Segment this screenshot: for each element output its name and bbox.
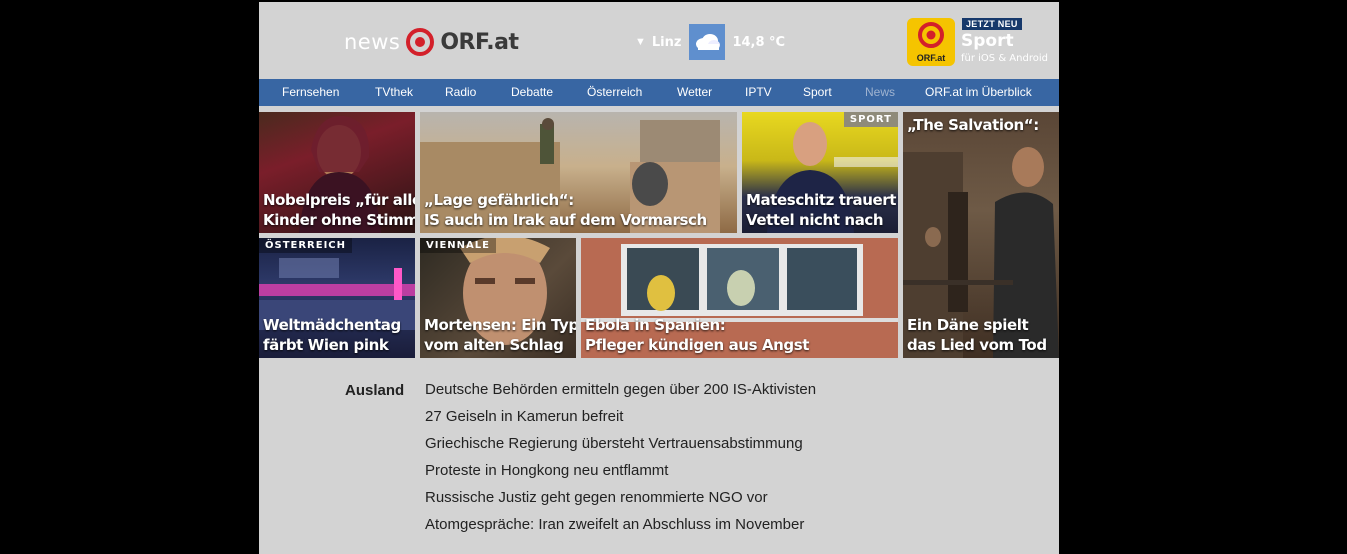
cloud-icon [689, 24, 726, 60]
nav-item-debatte[interactable]: Debatte [511, 79, 553, 106]
orf-ring-icon [406, 28, 435, 56]
logo-news-text: news [344, 30, 401, 54]
category-tag: ÖSTERREICH [259, 238, 353, 253]
headline-line: Weltmädchentag [263, 316, 401, 334]
page: news ORF.at ▼ Linz 14,8 °C ORF.at JETZT … [259, 2, 1059, 554]
story-tile-vettel[interactable]: SPORT Mateschitz trauert Vettel nicht na… [742, 112, 898, 233]
tile-headline-top: „The Salvation“: [907, 116, 1039, 134]
orf-app-icon[interactable]: ORF.at [907, 18, 955, 66]
headline-line: „Lage gefährlich“: [424, 191, 574, 209]
headline-line: Nobelpreis „für alle [263, 191, 415, 209]
orf-news-logo[interactable]: news ORF.at [344, 27, 519, 57]
main-nav: Fernsehen TVthek Radio Debatte Österreic… [259, 79, 1059, 106]
app-platform: für iOS & Android [961, 53, 1048, 64]
nav-item-sport[interactable]: Sport [803, 79, 832, 106]
headline-line: färbt Wien pink [263, 336, 389, 354]
headline-line: Ein Däne spielt [907, 316, 1029, 334]
news-link[interactable]: Russische Justiz geht gegen renommierte … [425, 489, 816, 516]
headline-line: Mortensen: Ein Typ [424, 316, 576, 334]
nav-item-oesterreich[interactable]: Österreich [587, 79, 642, 106]
tile-headline: Ebola in Spanien: Pfleger kündigen aus A… [585, 315, 809, 355]
news-link[interactable]: Atomgespräche: Iran zweifelt an Abschlus… [425, 516, 816, 543]
headline-line: Ebola in Spanien: [585, 316, 726, 334]
nav-item-overview[interactable]: ORF.at im Überblick [925, 79, 1032, 106]
category-tag: VIENNALE [420, 238, 496, 253]
news-link[interactable]: Proteste in Hongkong neu entflammt [425, 462, 816, 489]
story-tile-mortensen[interactable]: VIENNALE Mortensen: Ein Typ vom alten Sc… [420, 238, 576, 358]
logo-orf-text: ORF.at [440, 29, 519, 55]
headline-line: Kinder ohne Stimme“ [263, 211, 415, 229]
story-tile-salvation[interactable]: „The Salvation“: Ein Däne spielt das Lie… [903, 112, 1059, 358]
headline-line: IS auch im Irak auf dem Vormarsch [424, 211, 707, 229]
news-list: Deutsche Behörden ermitteln gegen über 2… [425, 381, 816, 543]
weather-city[interactable]: Linz [652, 35, 682, 50]
app-title[interactable]: Sport [961, 31, 1014, 51]
tile-headline: Mateschitz trauert Vettel nicht nach [746, 190, 896, 230]
tile-headline: Nobelpreis „für alle Kinder ohne Stimme“ [263, 190, 415, 230]
nav-item-wetter[interactable]: Wetter [677, 79, 712, 106]
story-tile-irak[interactable]: „Lage gefährlich“: IS auch im Irak auf d… [420, 112, 737, 233]
news-link[interactable]: Griechische Regierung übersteht Vertraue… [425, 435, 816, 462]
headline-line: Mateschitz trauert [746, 191, 897, 209]
tile-headline: Ein Däne spielt das Lied vom Tod [907, 315, 1047, 355]
story-tile-nobelpreis[interactable]: Nobelpreis „für alle Kinder ohne Stimme“ [259, 112, 415, 233]
nav-item-iptv[interactable]: IPTV [745, 79, 772, 106]
category-tag: SPORT [843, 112, 898, 127]
nav-item-fernsehen[interactable]: Fernsehen [282, 79, 339, 106]
tile-headline: Weltmädchentag färbt Wien pink [263, 315, 401, 355]
headline-line: vom alten Schlag [424, 336, 564, 354]
nav-item-radio[interactable]: Radio [445, 79, 476, 106]
news-link[interactable]: Deutsche Behörden ermitteln gegen über 2… [425, 381, 816, 408]
story-tile-ebola[interactable]: Ebola in Spanien: Pfleger kündigen aus A… [581, 238, 898, 358]
app-icon-label: ORF.at [916, 53, 946, 63]
nav-item-news[interactable]: News [865, 79, 895, 106]
weather-temperature: 14,8 °C [732, 34, 786, 50]
headline-line: Pfleger kündigen aus Angst [585, 336, 810, 354]
headline-line: Vettel nicht nach [746, 211, 884, 229]
headline-line: das Lied vom Tod [907, 336, 1047, 354]
section-label-ausland[interactable]: Ausland [345, 382, 404, 399]
news-link[interactable]: 27 Geiseln in Kamerun befreit [425, 408, 816, 435]
story-tile-weltmaedchentag[interactable]: ÖSTERREICH Weltmädchentag färbt Wien pin… [259, 238, 415, 358]
tile-headline: Mortensen: Ein Typ vom alten Schlag [424, 315, 576, 355]
dropdown-arrow-icon[interactable]: ▼ [635, 36, 646, 48]
tile-headline: „Lage gefährlich“: IS auch im Irak auf d… [424, 190, 707, 230]
nav-item-tvthek[interactable]: TVthek [375, 79, 413, 106]
new-badge: JETZT NEU [962, 18, 1022, 30]
weather-widget[interactable]: ▼ Linz 14,8 °C [635, 24, 785, 60]
